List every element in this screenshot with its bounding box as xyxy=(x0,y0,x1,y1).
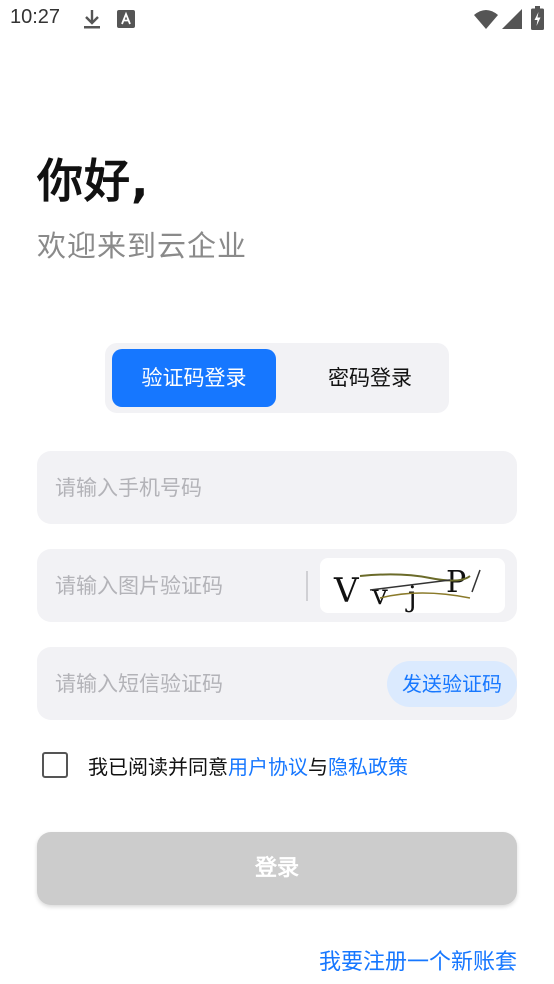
captcha-char-2: v xyxy=(371,578,388,611)
agreement-row: 我已阅读并同意用户协议与隐私政策 xyxy=(42,750,408,780)
tab-password-login[interactable]: 密码登录 xyxy=(295,349,445,407)
agreement-checkbox[interactable] xyxy=(42,752,68,778)
signal-icon xyxy=(502,9,522,33)
status-time: 10:27 xyxy=(10,6,61,28)
download-icon xyxy=(82,8,102,34)
login-method-tabs: 验证码登录 密码登录 xyxy=(105,343,449,413)
send-code-button[interactable]: 发送验证码 xyxy=(387,661,517,707)
user-agreement-link[interactable]: 用户协议 xyxy=(228,755,308,779)
agreement-text: 我已阅读并同意用户协议与隐私政策 xyxy=(88,751,408,780)
captcha-image[interactable]: V v j P xyxy=(320,558,505,613)
greeting-subtitle: 欢迎来到云企业 xyxy=(37,229,248,263)
captcha-input[interactable] xyxy=(55,549,295,622)
phone-input[interactable] xyxy=(55,451,495,524)
greeting-title: 你好, xyxy=(37,154,150,208)
battery-icon xyxy=(531,6,544,34)
login-button[interactable]: 登录 xyxy=(37,832,517,905)
phone-field xyxy=(37,451,517,524)
privacy-policy-link[interactable]: 隐私政策 xyxy=(328,755,408,779)
captcha-char-1: V xyxy=(333,571,360,611)
captcha-field: V v j P xyxy=(37,549,517,622)
wifi-icon xyxy=(474,9,498,33)
sms-code-input[interactable] xyxy=(55,647,375,720)
captcha-divider xyxy=(306,571,308,601)
register-link[interactable]: 我要注册一个新账套 xyxy=(319,944,517,976)
agreement-connector: 与 xyxy=(308,754,328,779)
sms-code-field: 发送验证码 xyxy=(37,647,517,720)
tab-sms-login[interactable]: 验证码登录 xyxy=(112,349,276,407)
a-font-icon xyxy=(117,10,135,32)
status-bar: 10:27 xyxy=(0,0,554,38)
agreement-prefix: 我已阅读并同意 xyxy=(88,754,228,779)
